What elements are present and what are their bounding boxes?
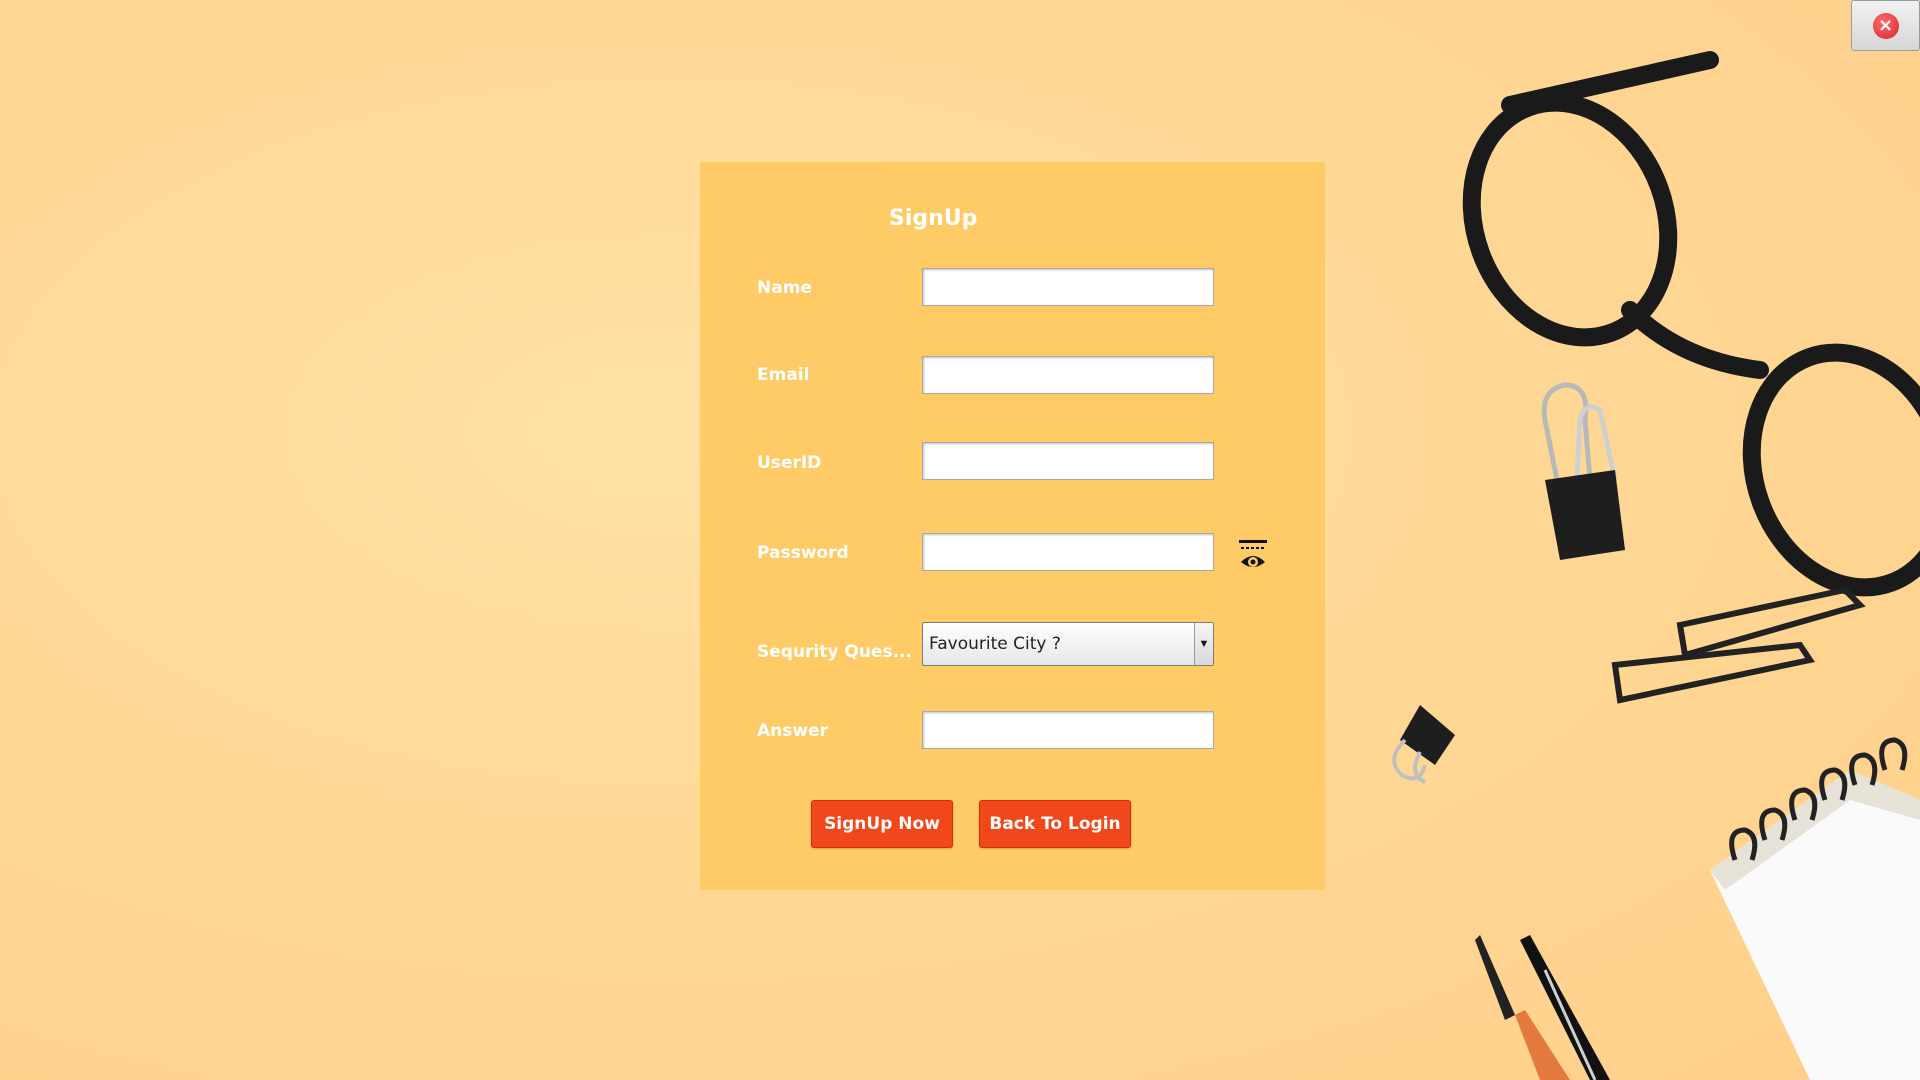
- name-input[interactable]: [922, 268, 1214, 306]
- signup-title: SignUp: [889, 206, 978, 231]
- chevron-down-icon[interactable]: ▼: [1194, 623, 1213, 665]
- userid-input[interactable]: [922, 442, 1214, 480]
- back-to-login-button[interactable]: Back To Login: [979, 800, 1131, 848]
- name-label: Name: [757, 278, 812, 298]
- security-question-select[interactable]: Favourite City ? ▼: [922, 622, 1214, 666]
- signup-panel: SignUp Name Email UserID Password Sequri…: [700, 162, 1325, 890]
- paper-clips: [1611, 586, 1866, 704]
- binder-clip-large: [1541, 382, 1625, 560]
- glasses-illustration: [1462, 51, 1920, 597]
- answer-input[interactable]: [922, 711, 1214, 749]
- eye-icon[interactable]: [1238, 538, 1268, 572]
- email-input[interactable]: [922, 356, 1214, 394]
- stationery-decoration: [1392, 51, 1920, 1080]
- security-question-label: Sequrity Ques...: [757, 642, 912, 662]
- email-label: Email: [757, 365, 810, 385]
- security-question-value: Favourite City ?: [929, 634, 1061, 654]
- binder-clip-small: [1392, 705, 1455, 784]
- notebook: [1710, 737, 1920, 1080]
- password-input[interactable]: [922, 533, 1214, 571]
- answer-label: Answer: [757, 721, 828, 741]
- pens: [1475, 935, 1610, 1080]
- userid-label: UserID: [757, 453, 822, 473]
- signup-button[interactable]: SignUp Now: [811, 800, 953, 848]
- password-label: Password: [757, 543, 849, 563]
- close-icon: ×: [1872, 12, 1899, 39]
